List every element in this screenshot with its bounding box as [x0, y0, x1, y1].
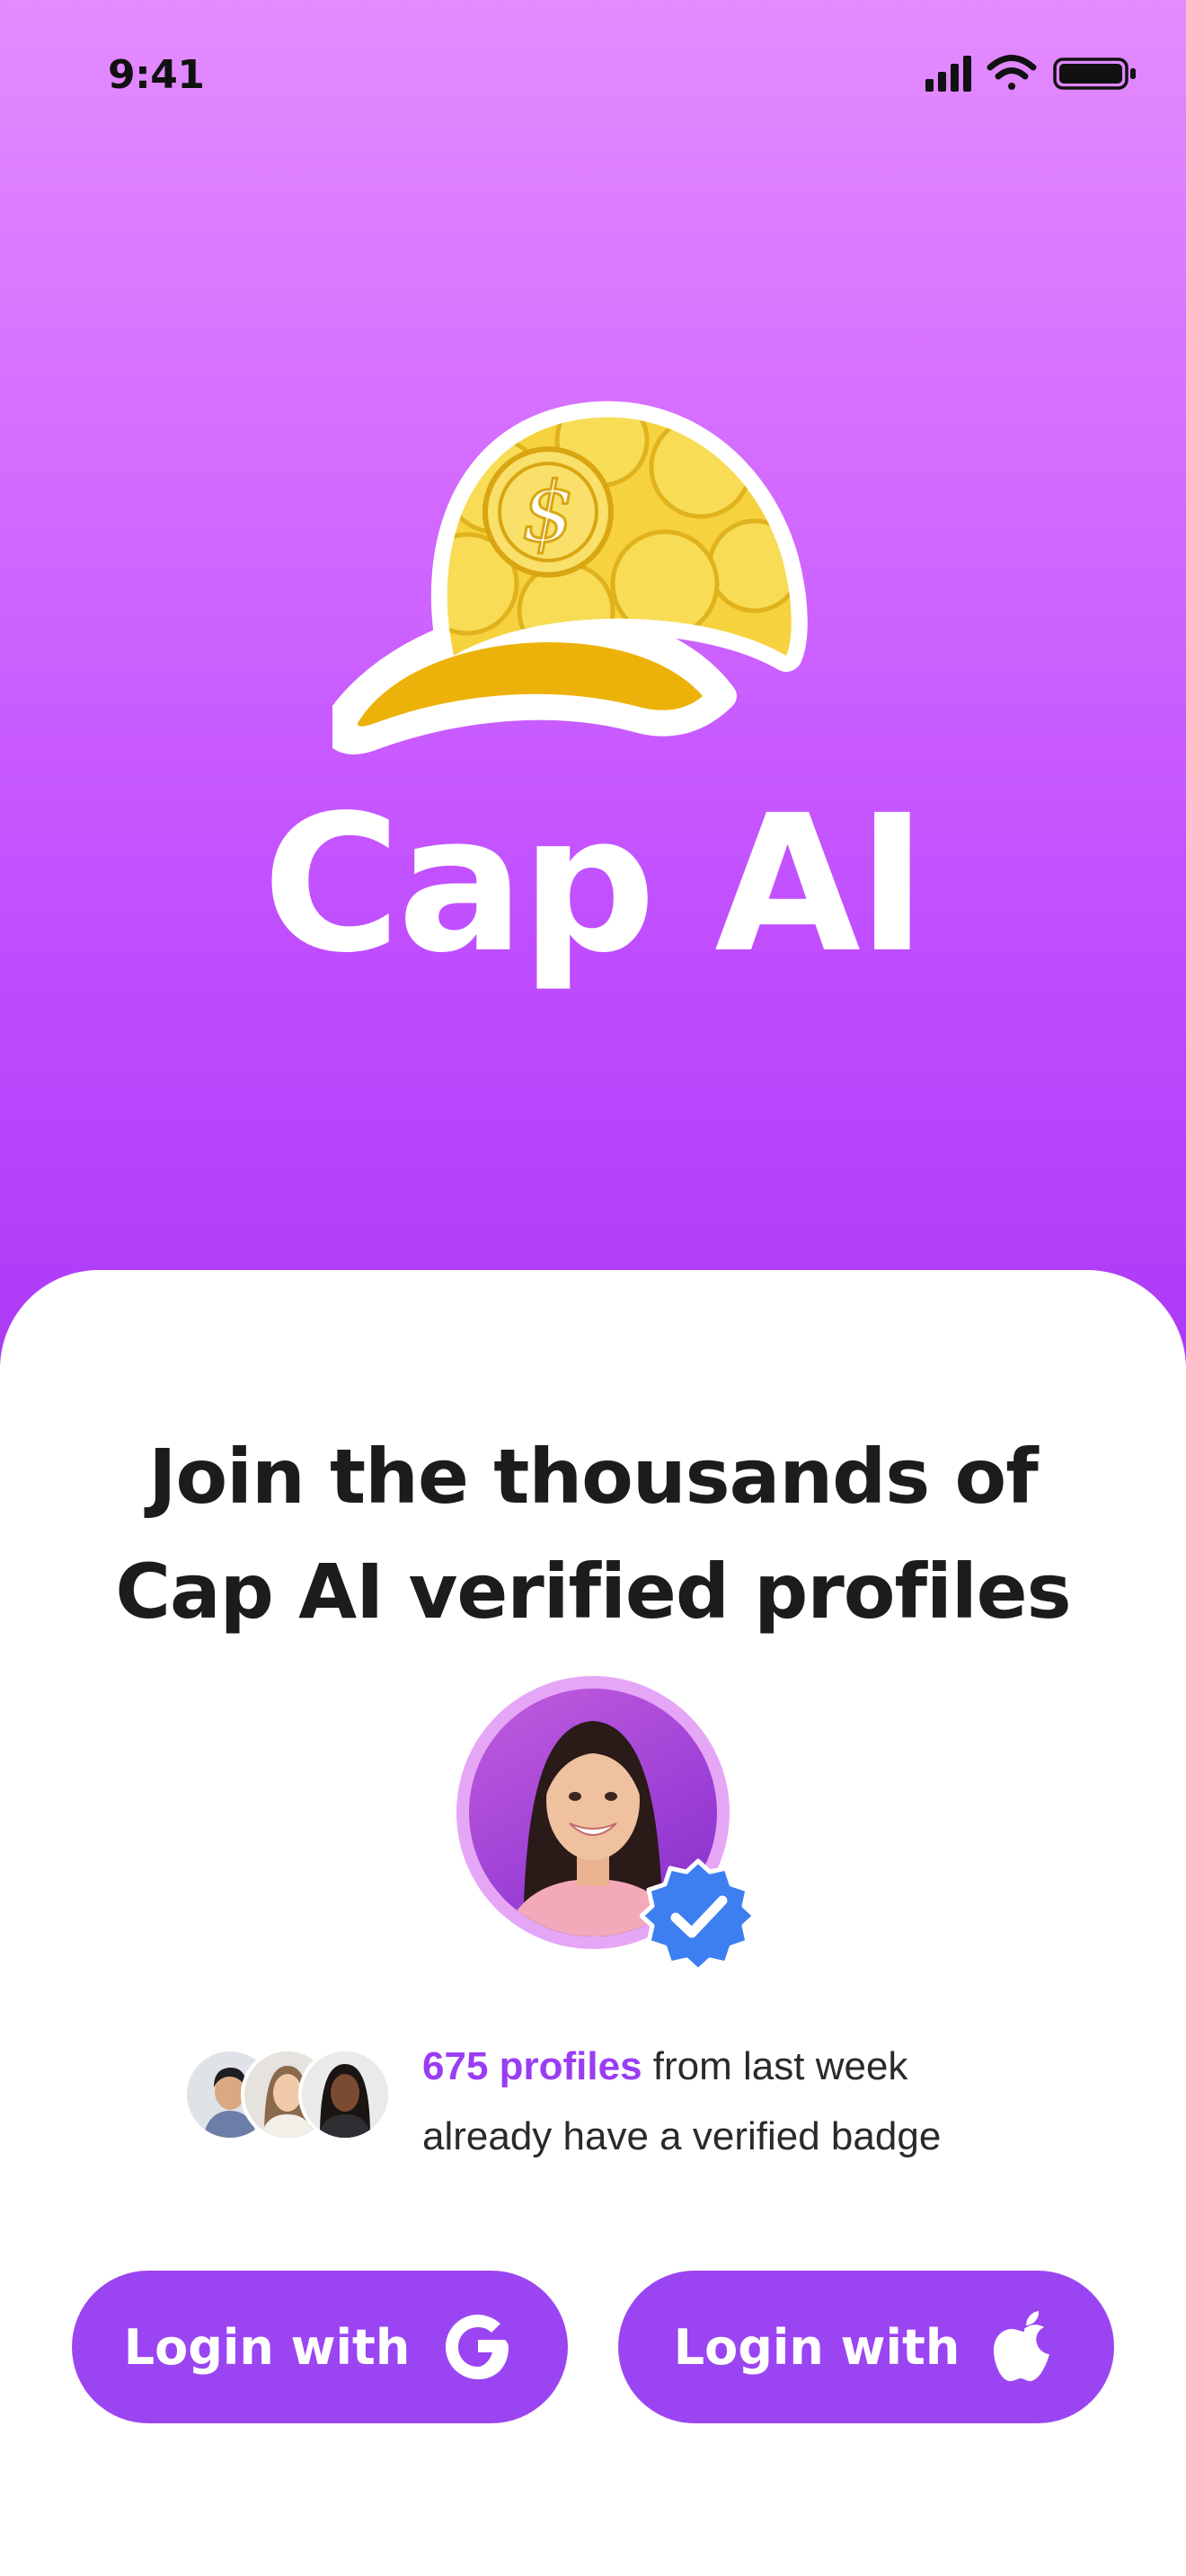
avatar-stack	[183, 2048, 399, 2145]
wifi-icon	[987, 55, 1037, 90]
login-with-google-button[interactable]: Login with	[72, 2271, 568, 2423]
cap-logo: $	[323, 386, 854, 790]
google-button-label: Login with	[123, 2318, 411, 2376]
headline-line-2: Cap AI verified profiles	[115, 1548, 1071, 1636]
headline: Join the thousands of Cap AI verified pr…	[0, 1419, 1186, 1649]
social-proof-line-1: 675 profiles from last week	[422, 2032, 1069, 2102]
social-proof-text: 675 profiles from last week already have…	[422, 2032, 1069, 2172]
svg-text:$: $	[522, 464, 575, 560]
social-proof-rest: from last week	[642, 2044, 908, 2088]
verified-badge-icon	[639, 1857, 757, 1974]
status-time: 9:41	[108, 52, 205, 98]
apple-icon	[990, 2309, 1058, 2385]
avatar	[298, 2048, 392, 2141]
google-icon	[440, 2309, 516, 2385]
login-with-apple-button[interactable]: Login with	[618, 2271, 1114, 2423]
app-name: Cap AI	[262, 774, 927, 994]
headline-line-1: Join the thousands of	[148, 1433, 1039, 1521]
status-bar: 9:41	[0, 0, 1186, 153]
battery-icon	[1053, 57, 1136, 90]
signal-icon	[925, 56, 971, 92]
status-icons	[925, 52, 1141, 93]
profile-count: 675 profiles	[422, 2044, 642, 2088]
apple-button-label: Login with	[673, 2318, 960, 2376]
social-proof-line-2: already have a verified badge	[422, 2114, 942, 2158]
